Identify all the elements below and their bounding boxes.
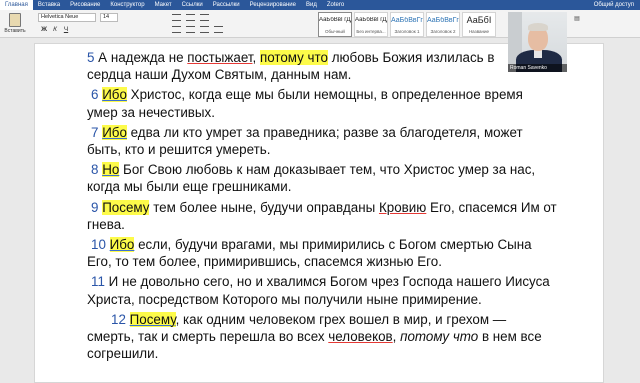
style-name: Без интерва... xyxy=(356,29,386,34)
paragraph-verse-9: 9 Посему тем более ныне, будучи оправдан… xyxy=(87,199,557,233)
style-heading-2[interactable]: АаБбВвГг Заголовок 2 xyxy=(426,12,460,37)
paragraph-verse-12: 12 Посему, как одним человеком грех воше… xyxy=(87,311,557,363)
font-name-select[interactable]: Helvetica Neue xyxy=(38,13,96,22)
paste-button[interactable]: Вставить xyxy=(3,12,27,36)
highlighted-word: Посему xyxy=(102,199,150,215)
participant-name: Roman Savenko xyxy=(508,64,567,72)
tab-design[interactable]: Конструктор xyxy=(105,0,149,10)
styles-gallery: АаБбВвГгДд Обычный АаБбВвГгДд Без интерв… xyxy=(318,12,496,37)
italic-button[interactable]: К xyxy=(51,25,59,34)
style-normal[interactable]: АаБбВвГгДд Обычный xyxy=(318,12,352,37)
style-preview: АаБбВвГгДд xyxy=(355,17,387,23)
ribbon-tab-bar: Главная Вставка Рисование Конструктор Ма… xyxy=(0,0,640,10)
video-call-thumbnail[interactable]: Roman Savenko xyxy=(508,12,567,72)
highlighted-word: Но xyxy=(102,162,120,178)
styles-pane-icon[interactable]: ▤ xyxy=(570,12,584,26)
align-right-icon[interactable] xyxy=(200,26,209,33)
text-run: Бог Свою любовь к нам доказывает тем, чт… xyxy=(87,162,536,195)
tab-references[interactable]: Ссылки xyxy=(177,0,208,10)
text-run: Христос, когда еще мы были немощны, в оп… xyxy=(87,87,523,120)
text-run: И не довольно сего, но и хвалимся Богом … xyxy=(87,274,550,307)
paragraph-verse-5: 5 А надежда не постыжает, потому что люб… xyxy=(87,49,557,83)
style-preview: АаБбВвГг xyxy=(427,17,459,24)
spelling-flag: человеков xyxy=(328,329,393,345)
style-name: Заголовок 1 xyxy=(394,29,420,34)
style-preview: АаБбВвГгДд xyxy=(319,17,351,23)
document-body: 5 А надежда не постыжает, потому что люб… xyxy=(87,49,557,362)
tab-home[interactable]: Главная xyxy=(0,0,33,10)
verse-number: 9 xyxy=(91,199,99,215)
tab-zotero[interactable]: Zotero xyxy=(322,0,349,10)
share-button[interactable]: Общий доступ xyxy=(588,2,640,8)
text-run: , xyxy=(252,50,260,65)
tab-insert[interactable]: Вставка xyxy=(33,0,65,10)
tab-layout[interactable]: Макет xyxy=(150,0,177,10)
align-center-icon[interactable] xyxy=(186,26,195,33)
paragraph-verse-11: 11 И не довольно сего, но и хвалимся Бог… xyxy=(87,273,557,307)
text-run: А надежда не xyxy=(94,50,188,65)
document-page[interactable]: 5 А надежда не постыжает, потому что люб… xyxy=(34,43,604,383)
tab-review[interactable]: Рецензирование xyxy=(245,0,301,10)
text-run: , xyxy=(392,329,401,345)
tab-view[interactable]: Вид xyxy=(301,0,322,10)
style-heading-1[interactable]: АаБбВвГг Заголовок 1 xyxy=(390,12,424,37)
paragraph-verse-7: 7 Ибо едва ли кто умрет за праведника; р… xyxy=(87,124,557,158)
text-run: тем более ныне, будучи оправданы xyxy=(149,199,379,215)
style-name: Название xyxy=(468,29,490,34)
paragraph-verse-8: 8 Но Бог Свою любовь к нам доказывает те… xyxy=(87,161,557,195)
justify-icon[interactable] xyxy=(214,26,223,33)
verse-number: 6 xyxy=(91,87,99,103)
text-run: сердца наши Духом Святым, данным нам. xyxy=(87,67,352,83)
verse-number: 12 xyxy=(111,311,126,327)
spelling-flag: постыжает xyxy=(187,50,253,65)
style-preview: АаБбI xyxy=(466,15,492,25)
verse-number: 11 xyxy=(91,274,105,290)
highlighted-word: Ибо xyxy=(102,124,127,140)
clipboard-icon xyxy=(9,13,21,27)
speaker-collar xyxy=(534,50,542,58)
text-run: любовь Божия излилась в xyxy=(327,50,495,65)
text-run: едва ли кто умрет за праведника; разве з… xyxy=(87,124,523,158)
tab-mailings[interactable]: Рассылки xyxy=(208,0,245,10)
verse-number: 7 xyxy=(91,124,99,140)
paragraph-verse-6: 6 Ибо Христос, когда еще мы были немощны… xyxy=(87,86,557,120)
style-title[interactable]: АаБбI Название xyxy=(462,12,496,37)
bullets-icon[interactable] xyxy=(172,14,181,21)
multilevel-list-icon[interactable] xyxy=(200,14,209,21)
style-name: Заголовок 2 xyxy=(430,29,456,34)
paste-label: Вставить xyxy=(4,28,26,34)
italic-phrase: потому что xyxy=(400,329,479,345)
text-run: если, будучи врагами, мы примирились с Б… xyxy=(87,237,532,270)
highlighted-word: Ибо xyxy=(102,87,127,103)
highlighted-word: потому что xyxy=(259,50,328,65)
numbering-icon[interactable] xyxy=(186,14,195,21)
paragraph-verse-10: 10 Ибо если, будучи врагами, мы примирил… xyxy=(87,236,557,270)
speaker-hair xyxy=(528,23,548,31)
paragraph-tools xyxy=(170,13,290,35)
style-name: Обычный xyxy=(325,29,345,34)
verse-number: 10 xyxy=(91,237,106,253)
verse-number: 8 xyxy=(91,162,99,178)
style-preview: АаБбВвГг xyxy=(391,17,423,24)
font-size-select[interactable]: 14 xyxy=(100,13,118,22)
spelling-flag: Кровию xyxy=(378,199,427,215)
highlighted-word: Ибо xyxy=(109,237,135,253)
bold-button[interactable]: Ж xyxy=(40,25,48,34)
style-no-spacing[interactable]: АаБбВвГгДд Без интерва... xyxy=(354,12,388,37)
highlighted-word: Посему xyxy=(129,311,176,327)
tab-draw[interactable]: Рисование xyxy=(65,0,105,10)
underline-button[interactable]: Ч xyxy=(62,25,70,34)
align-left-icon[interactable] xyxy=(172,26,181,33)
